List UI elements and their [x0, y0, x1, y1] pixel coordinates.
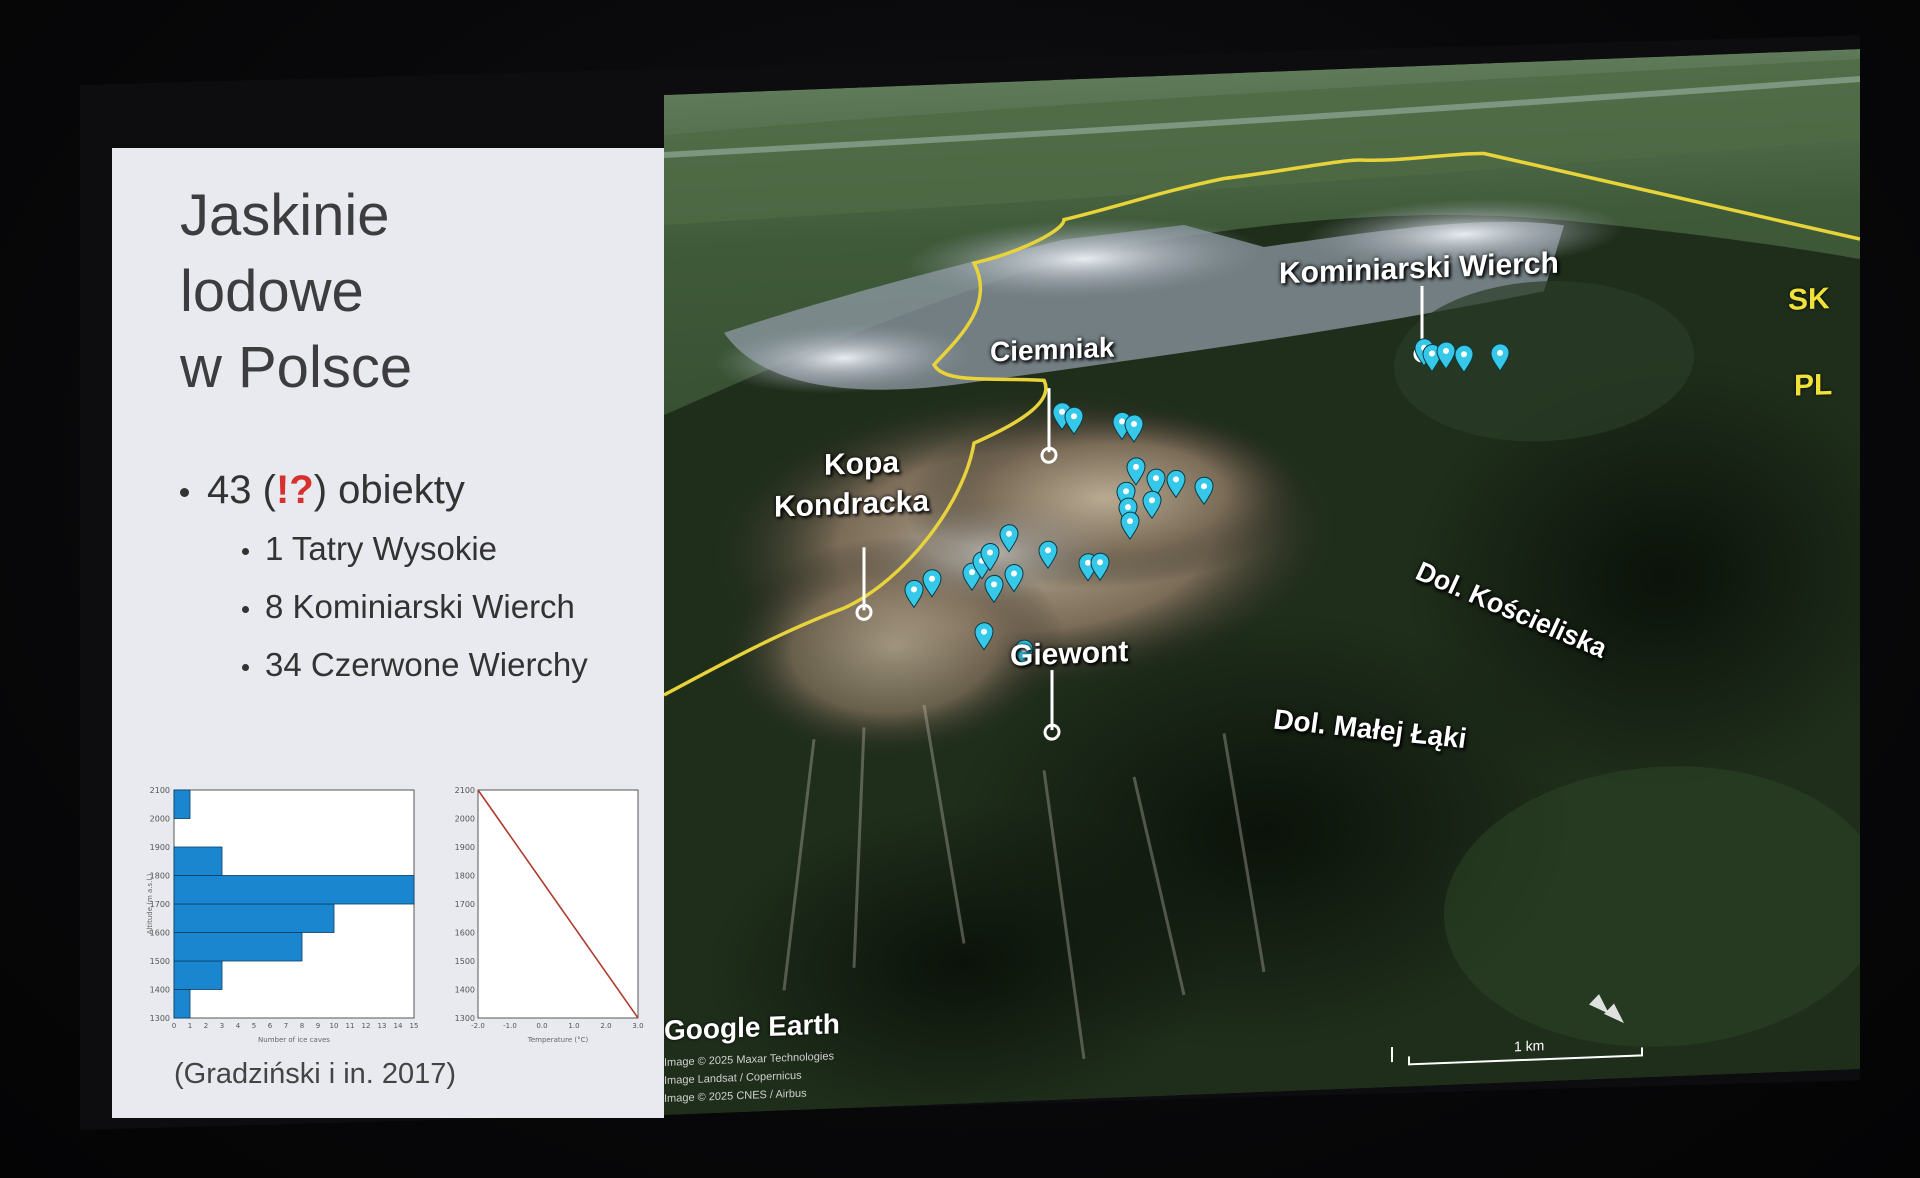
hist-x-tick: 5	[252, 1022, 256, 1030]
sub-bullet-text: 34 Czerwone Wierchy	[265, 646, 588, 683]
label-ciemniak: Ciemniak	[990, 331, 1115, 368]
hist-x-tick: 12	[362, 1022, 371, 1030]
temp-y-tick: 2100	[455, 786, 475, 795]
temp-x-tick: -1.0	[503, 1022, 517, 1030]
hist-y-tick: 1300	[150, 1014, 170, 1023]
sub-bullet-2: 8 Kominiarski Wierch	[242, 588, 575, 626]
label-kopa: Kopa	[824, 445, 899, 482]
hist-x-tick: 10	[330, 1022, 339, 1030]
sub-bullet-1: 1 Tatry Wysokie	[242, 530, 497, 568]
temp-x-tick: -2.0	[471, 1022, 485, 1030]
temp-x-tick: 0.0	[536, 1022, 547, 1030]
temp-y-tick: 1600	[455, 929, 475, 938]
bullet-dot	[180, 487, 189, 497]
hist-bar	[173, 960, 223, 990]
sub-bullet-text: 8 Kominiarski Wierch	[265, 588, 575, 625]
slide-text-panel: Jaskinie lodowe w Polsce 43 (!?) obiekty…	[112, 148, 664, 1118]
hist-bar	[173, 932, 303, 962]
temp-y-tick: 1800	[455, 872, 475, 881]
label-kondracka: Kondracka	[774, 484, 930, 524]
hist-x-tick: 0	[172, 1022, 176, 1030]
citation: (Gradziński i in. 2017)	[174, 1058, 457, 1090]
hist-y-tick: 1400	[150, 986, 170, 995]
hist-x-tick: 3	[220, 1022, 224, 1030]
hist-x-tick: 9	[316, 1022, 320, 1030]
hist-x-tick: 2	[204, 1022, 208, 1030]
title-line-3: w Polsce	[180, 335, 413, 400]
temp-y-tick: 1700	[455, 900, 475, 909]
bullet-main-prefix: 43 (	[207, 468, 276, 512]
hist-x-tick: 1	[188, 1022, 192, 1030]
temp-y-tick: 2000	[455, 815, 475, 824]
hist-x-tick: 7	[284, 1022, 288, 1030]
hist-x-tick: 4	[236, 1022, 241, 1030]
hist-x-label: Number of ice caves	[258, 1036, 330, 1044]
google-earth-logo: Google Earth	[664, 1008, 840, 1046]
temp-x-tick: 3.0	[632, 1022, 643, 1030]
altitude-histogram: 1300140015001600170018001900200021000 1 2 3…	[146, 786, 419, 1044]
hist-y-tick: 1900	[150, 843, 170, 852]
hist-bar	[173, 903, 335, 933]
scale-label: 1 km	[1514, 1037, 1545, 1055]
title-line-2: lodowe	[180, 259, 364, 324]
hist-x-tick: 11	[346, 1022, 355, 1030]
sub-bullet-text: 1 Tatry Wysokie	[265, 530, 497, 567]
temp-y-tick: 1400	[455, 986, 475, 995]
hist-bar	[173, 789, 191, 819]
terrain-image	[664, 49, 1860, 1115]
bullet-main: 43 (!?) obiekty	[180, 468, 465, 513]
hist-bar	[173, 989, 191, 1019]
hist-x-tick: 14	[394, 1022, 403, 1030]
bullet-main-mark: !?	[275, 468, 314, 512]
temp-x-tick: 1.0	[568, 1022, 579, 1030]
hist-y-tick: 2000	[150, 815, 170, 824]
label-sk: SK	[1788, 282, 1830, 317]
temp-y-tick: 1500	[455, 957, 475, 966]
label-pl: PL	[1794, 368, 1833, 403]
hist-x-tick: 15	[410, 1022, 419, 1030]
bullet-dot	[242, 605, 249, 613]
hist-y-tick: 2100	[150, 786, 170, 795]
slide-title: Jaskinie lodowe w Polsce	[180, 178, 640, 406]
sub-bullet-3: 34 Czerwone Wierchy	[242, 646, 588, 684]
hist-x-tick: 6	[268, 1022, 273, 1030]
title-line-1: Jaskinie	[180, 183, 390, 248]
hist-bar	[173, 846, 223, 876]
bullet-dot	[242, 663, 249, 671]
hist-y-tick: 1500	[150, 957, 170, 966]
temperature-chart: 130014001500160017001800190020002100-2.0…	[455, 786, 644, 1044]
hist-bar	[173, 875, 415, 905]
temp-x-label: Temperature (°C)	[527, 1036, 589, 1044]
temp-y-tick: 1900	[455, 843, 475, 852]
label-giewont: Giewont	[1010, 635, 1129, 673]
temp-x-tick: 2.0	[600, 1022, 611, 1030]
bullet-main-suffix: ) obiekty	[313, 468, 465, 512]
google-earth-map: Kominiarski Wierch Ciemniak Kopa Kondrac…	[664, 49, 1860, 1115]
hist-y-label: Altitude (m a.s.l.)	[146, 873, 154, 934]
hist-x-tick: 13	[378, 1022, 387, 1030]
hist-x-tick: 8	[300, 1022, 304, 1030]
bullet-dot	[242, 547, 249, 555]
